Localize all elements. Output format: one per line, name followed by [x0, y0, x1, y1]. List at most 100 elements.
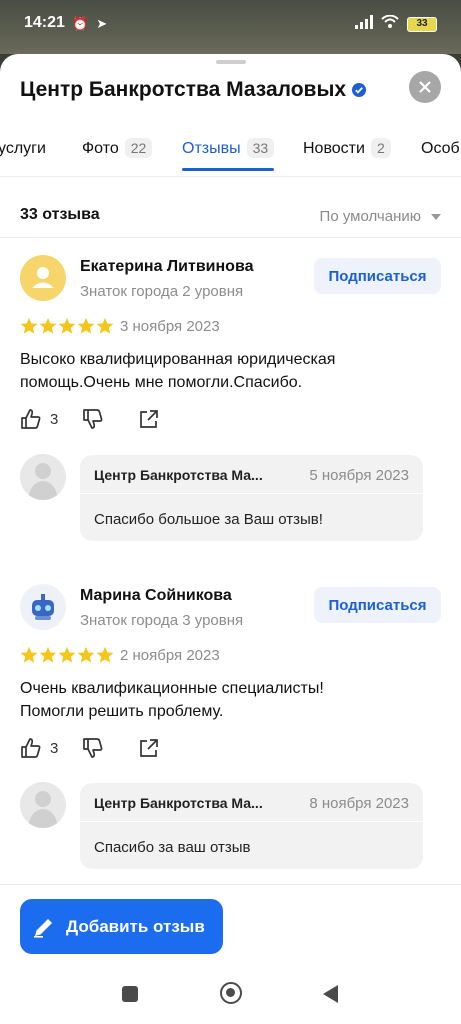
avatar[interactable]: [20, 255, 66, 301]
tab-count: 2: [370, 138, 391, 158]
star-icon: [20, 317, 38, 334]
status-bar: 14:21 ⏰ ➤ 33: [0, 0, 461, 54]
review-actions: 3: [20, 407, 160, 431]
divider: [80, 493, 423, 494]
like-button[interactable]: 3: [20, 737, 58, 759]
sort-dropdown[interactable]: По умолчанию: [320, 208, 441, 225]
subscribe-button[interactable]: Подписаться: [314, 587, 441, 623]
tab-active-indicator: [182, 168, 275, 171]
signal-icon: [355, 15, 373, 34]
review-author[interactable]: Марина Сойникова: [80, 587, 232, 605]
star-icon: [96, 317, 114, 334]
like-count: 3: [50, 739, 59, 757]
tab-label: Новости: [303, 140, 365, 157]
share-icon: [140, 739, 159, 757]
star-icon: [58, 646, 76, 663]
status-right: 33: [355, 14, 437, 34]
divider: [0, 237, 461, 238]
tab-label: услуги: [0, 140, 46, 157]
rating-stars: [20, 317, 114, 335]
back-button[interactable]: [323, 985, 338, 1003]
reply-author[interactable]: Центр Банкротства Ма...: [94, 795, 263, 811]
dislike-button[interactable]: [82, 737, 104, 759]
thumbs-up-icon: [21, 409, 41, 429]
tab-news[interactable]: Новости 2: [303, 138, 391, 176]
like-count: 3: [50, 410, 59, 428]
person-silhouette-icon: [28, 791, 58, 828]
thumbs-down-icon: [83, 409, 103, 429]
thumbs-down-icon: [83, 738, 103, 758]
robot-icon: [32, 594, 54, 620]
sheet-drag-handle[interactable]: [216, 60, 246, 64]
review-text-line: Помогли решить проблему.: [20, 703, 224, 720]
telegram-icon: ➤: [96, 16, 108, 31]
star-icon: [39, 646, 57, 663]
recents-button[interactable]: [122, 986, 138, 1002]
home-button[interactable]: [220, 982, 242, 1004]
divider: [0, 884, 461, 885]
divider: [0, 176, 461, 177]
reply-author[interactable]: Центр Банкротства Ма...: [94, 467, 263, 483]
tab-label: Отзывы: [182, 140, 241, 157]
tab-label: Фото: [82, 140, 119, 157]
close-icon: [419, 81, 431, 93]
review-text-line: Очень квалификационные специалисты!: [20, 680, 324, 697]
org-avatar[interactable]: [20, 454, 66, 500]
chevron-down-icon: [431, 213, 441, 220]
review-text-line: Высоко квалифицированная юридическая: [20, 351, 336, 368]
reply-text: Спасибо большое за Ваш отзыв!: [94, 511, 323, 528]
reviews-count: 33 отзыва: [20, 206, 100, 223]
share-icon: [140, 410, 159, 428]
sort-label: По умолчанию: [319, 208, 421, 225]
star-icon: [96, 646, 114, 663]
star-icon: [77, 646, 95, 663]
review-text: Высоко квалифицированная юридическая пом…: [20, 348, 441, 394]
battery-icon: 33: [407, 17, 437, 32]
star-icon: [39, 317, 57, 334]
org-reply: Центр Банкротства Ма... 5 ноября 2023 Сп…: [80, 455, 423, 541]
reply-text: Спасибо за ваш отзыв: [94, 839, 251, 856]
user-icon: [32, 267, 54, 288]
tab-count: 22: [124, 138, 153, 158]
review-date: 2 ноября 2023: [120, 647, 220, 664]
review-date: 3 ноября 2023: [120, 318, 220, 335]
share-button[interactable]: [138, 408, 160, 430]
divider: [80, 821, 423, 822]
pencil-icon: [34, 918, 52, 938]
tab-label: Особ: [421, 140, 460, 157]
status-time: 14:21: [24, 14, 65, 31]
close-button[interactable]: [409, 71, 441, 103]
review-text: Очень квалификационные специалисты! Помо…: [20, 677, 441, 723]
person-silhouette-icon: [28, 463, 58, 500]
subscribe-button[interactable]: Подписаться: [314, 258, 441, 294]
organization-sheet: Центр Банкротства Мазаловых услуги Фото …: [0, 54, 461, 1024]
add-review-button[interactable]: Добавить отзыв: [20, 899, 223, 954]
avatar[interactable]: [20, 584, 66, 630]
share-button[interactable]: [138, 737, 160, 759]
status-notification-icons: ⏰ ➤: [72, 16, 107, 32]
org-reply: Центр Банкротства Ма... 8 ноября 2023 Сп…: [80, 783, 423, 869]
tab-reviews[interactable]: Отзывы 33: [182, 138, 275, 176]
wifi-icon: [381, 14, 399, 34]
star-icon: [77, 317, 95, 334]
dislike-button[interactable]: [82, 408, 104, 430]
org-avatar[interactable]: [20, 782, 66, 828]
system-nav-bar: [0, 968, 461, 1024]
tab-services[interactable]: услуги: [0, 140, 46, 176]
thumbs-up-icon: [21, 738, 41, 758]
author-level: Знаток города 3 уровня: [80, 612, 244, 629]
reviews-header: 33 отзыва По умолчанию: [20, 206, 441, 230]
tab-photo[interactable]: Фото 22: [82, 138, 153, 176]
header: Центр Банкротства Мазаловых: [20, 71, 441, 104]
alarm-icon: ⏰: [72, 16, 89, 31]
tabs-bar: услуги Фото 22 Отзывы 33 Новости 2 Особ: [0, 138, 461, 176]
reply-date: 8 ноября 2023: [309, 795, 409, 812]
rating-stars: [20, 646, 114, 664]
author-level: Знаток города 2 уровня: [80, 283, 244, 300]
verified-icon: [352, 83, 367, 97]
like-button[interactable]: 3: [20, 408, 58, 430]
tab-features[interactable]: Особ: [421, 140, 460, 176]
review-author[interactable]: Екатерина Литвинова: [80, 258, 253, 276]
star-icon: [20, 646, 38, 663]
star-icon: [58, 317, 76, 334]
